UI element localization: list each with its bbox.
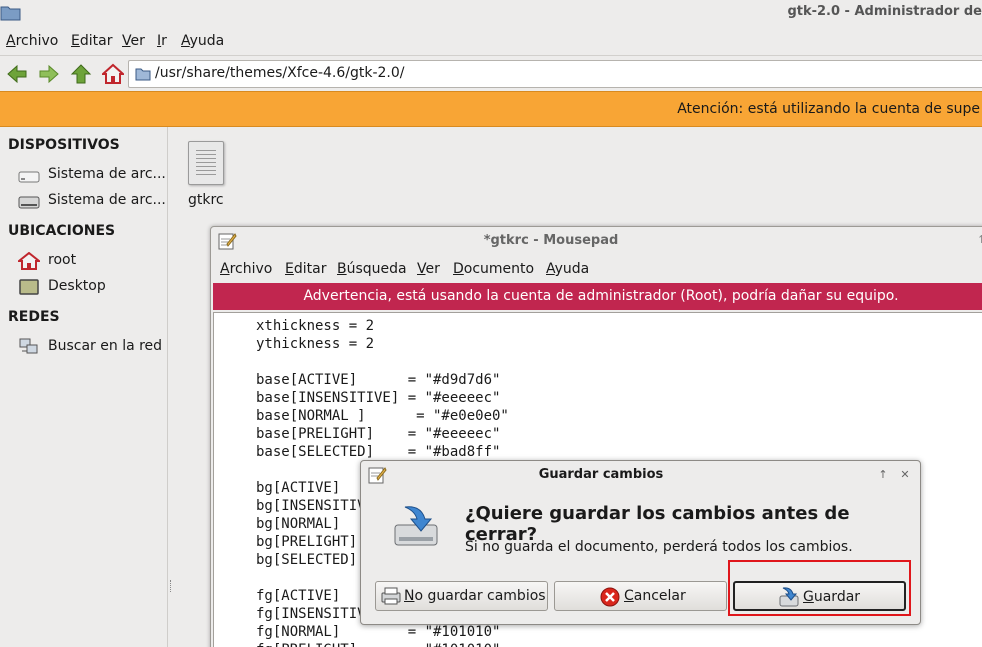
sidebar-item-filesystem-2[interactable]: Sistema de arc... (18, 190, 166, 212)
sidebar-item-desktop[interactable]: Desktop (18, 276, 166, 298)
sidebar: DISPOSITIVOS Sistema de arc... Sistema d… (0, 127, 168, 647)
sidebar-item-label: Sistema de arc... (48, 192, 166, 208)
thunar-toolbar: /usr/share/themes/Xfce-4.6/gtk-2.0/ (0, 55, 982, 91)
mp-menu-editar[interactable]: Editar (285, 261, 326, 277)
home-icon (18, 252, 40, 270)
root-warning-bar: Advertencia, está usando la cuenta de ad… (213, 283, 982, 310)
menu-ayuda[interactable]: Ayuda (181, 33, 224, 49)
mp-menu-documento[interactable]: Documento (453, 261, 534, 277)
thunar-menubar: Archivo Editar Ver Ir Ayuda (0, 28, 982, 54)
menu-ver[interactable]: Ver (122, 33, 145, 49)
mp-menu-ayuda[interactable]: Ayuda (546, 261, 589, 277)
sidebar-item-label: Buscar en la red (48, 338, 163, 354)
mp-menu-ver[interactable]: Ver (417, 261, 440, 277)
menu-ir[interactable]: Ir (157, 33, 167, 49)
mousepad-title: *gtkrc - Mousepad (483, 233, 619, 248)
mp-menu-busqueda[interactable]: Búsqueda (337, 261, 407, 277)
back-arrow-icon[interactable] (6, 63, 28, 85)
dialog-title: Guardar cambios (538, 467, 664, 482)
dialog-detail: Si no guarda el documento, perderá todos… (465, 539, 853, 555)
drive-icon (18, 171, 40, 183)
sidebar-item-label: root (48, 252, 77, 268)
menu-archivo[interactable]: Archivo (6, 33, 58, 49)
sidebar-item-root[interactable]: root (18, 250, 166, 272)
thunar-titlebar: gtk-2.0 - Administrador de (0, 0, 982, 26)
cancel-icon (600, 587, 620, 607)
root-alert-text: Atención: está utilizando la cuenta de s… (677, 101, 980, 117)
close-icon[interactable]: ✕ (899, 468, 911, 481)
location-path: /usr/share/themes/Xfce-4.6/gtk-2.0/ (155, 65, 405, 81)
home-icon[interactable] (102, 63, 124, 85)
desktop-icon (19, 279, 39, 295)
mousepad-titlebar: *gtkrc - Mousepad ↑ (211, 227, 982, 255)
discard-label: No guardar cambios (404, 588, 546, 604)
sidebar-item-browse-network[interactable]: Buscar en la red (18, 336, 166, 358)
sidebar-item-label: Desktop (48, 278, 106, 294)
cancel-label: Cancelar (624, 588, 686, 604)
discard-button[interactable]: No guardar cambios (375, 581, 548, 611)
pane-resize-handle[interactable] (170, 580, 172, 592)
sidebar-heading-devices: DISPOSITIVOS (8, 137, 120, 153)
printer-discard-icon (381, 587, 401, 605)
maximize-icon[interactable]: ↑ (877, 468, 889, 481)
mousepad-menubar: Archivo Editar Búsqueda Ver Documento Ay… (211, 257, 982, 283)
location-bar[interactable]: /usr/share/themes/Xfce-4.6/gtk-2.0/ (128, 60, 982, 88)
highlight-box (728, 560, 911, 616)
menu-editar[interactable]: Editar (71, 33, 112, 49)
sidebar-heading-network: REDES (8, 309, 60, 325)
cancel-button[interactable]: Cancelar (554, 581, 727, 611)
drive-icon (18, 196, 40, 209)
mp-menu-archivo[interactable]: Archivo (220, 261, 272, 277)
network-icon (19, 338, 38, 354)
root-alert-bar: Atención: está utilizando la cuenta de s… (0, 91, 982, 127)
sidebar-heading-places: UBICACIONES (8, 223, 116, 239)
folder-icon (0, 6, 21, 21)
sidebar-item-label: Sistema de arc... (48, 166, 166, 182)
file-name[interactable]: gtkrc (188, 192, 224, 208)
text-file-icon[interactable] (188, 141, 224, 185)
sidebar-item-filesystem-1[interactable]: Sistema de arc... (18, 164, 166, 186)
forward-arrow-icon[interactable] (38, 63, 60, 85)
window-title: gtk-2.0 - Administrador de (787, 4, 982, 19)
save-disk-icon (394, 506, 438, 546)
up-arrow-icon[interactable] (70, 63, 92, 85)
maximize-icon[interactable]: ↑ (977, 233, 982, 246)
dialog-titlebar: Guardar cambios ↑ ✕ (361, 461, 920, 487)
folder-icon (135, 68, 151, 81)
